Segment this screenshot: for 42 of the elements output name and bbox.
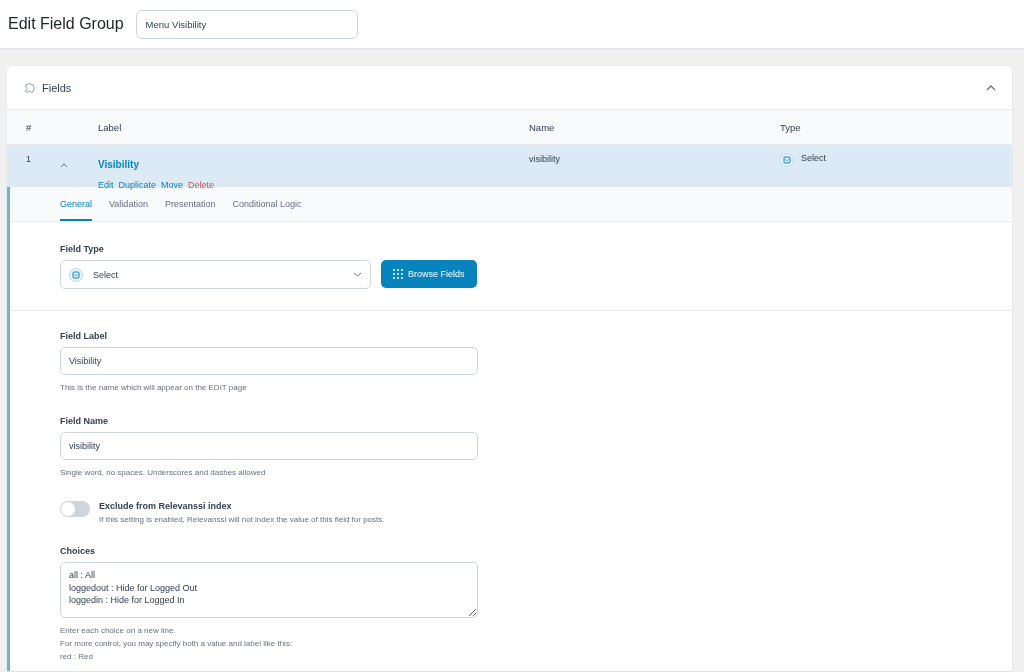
field-label-input[interactable]: Visibility <box>60 347 478 375</box>
help-text: Single word, no spaces. Underscores and dashes allowed <box>60 467 267 479</box>
field-label: Choices <box>60 546 96 556</box>
field-name-cell-text: visibility <box>529 154 561 166</box>
settings-tab[interactable]: General <box>60 187 93 221</box>
row-action-link[interactable]: Move <box>161 180 184 190</box>
help-text: Enter each choice on a new line. <box>60 625 177 637</box>
select-type-icon <box>69 267 83 282</box>
collapse-caret-icon[interactable] <box>60 163 68 168</box>
field-label: Field Type <box>60 244 105 254</box>
column-header: Name <box>529 121 556 133</box>
field-label-link[interactable]: Visibility <box>98 159 139 170</box>
group-title-field[interactable]: Menu Visibility <box>135 9 358 39</box>
column-header: Label <box>98 121 123 133</box>
browse-fields-button[interactable]: Browse Fields <box>381 260 477 288</box>
choices-textarea[interactable]: all : All loggedout : Hide for Logged Out loggedin : Hide for Logged In <box>60 562 478 618</box>
grid-icon <box>393 269 403 279</box>
field-type-select[interactable]: Select <box>60 260 371 289</box>
settings-tab[interactable]: Presentation <box>164 187 216 221</box>
puzzle-icon <box>23 81 36 94</box>
panel-title: Fields <box>42 81 73 94</box>
toggle-label: Exclude from Relevanssi index <box>99 501 233 511</box>
field-type-cell: Select <box>801 153 826 163</box>
help-text: If this setting is enabled, Relevanssi will not index the value of this field for posts. <box>99 514 385 526</box>
column-header: # <box>26 121 33 133</box>
field-name-input[interactable]: visibility <box>60 432 478 460</box>
field-label: Field Name <box>60 416 109 426</box>
chevron-down-icon <box>353 272 362 277</box>
settings-tab[interactable]: Conditional Logic <box>232 187 302 221</box>
collapse-icon[interactable] <box>986 84 996 91</box>
row-action-link[interactable]: Delete <box>188 180 215 190</box>
row-action-link[interactable]: Edit <box>98 180 114 190</box>
column-header: Type <box>780 121 802 133</box>
help-text: red : Red <box>60 651 94 663</box>
row-action-link[interactable]: Duplicate <box>118 180 157 190</box>
toggle-switch[interactable] <box>60 501 90 517</box>
help-text: For more control, you may specify both a value and label like this: <box>60 638 294 650</box>
select-type-icon <box>780 153 794 167</box>
page-title: Edit Field Group <box>8 15 124 33</box>
field-label: Field Label <box>60 331 108 341</box>
help-text: This is the name which will appear on the EDIT page <box>60 382 248 394</box>
field-order: 1 <box>26 154 32 166</box>
